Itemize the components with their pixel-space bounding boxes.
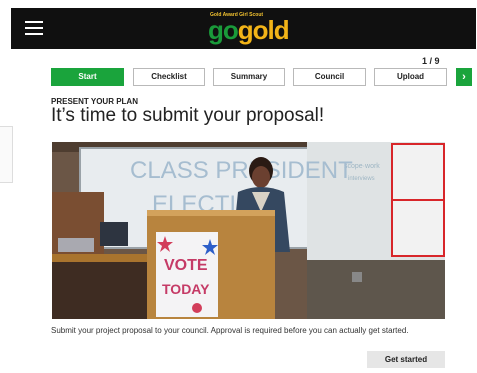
description-text: Submit your project proposal to your cou… [51,326,409,335]
page-title: It’s time to submit your proposal! [51,105,325,126]
step-counter: 1 / 9 [422,56,440,66]
get-started-button[interactable]: Get started [367,351,445,368]
step-council[interactable]: Council [293,68,366,86]
logo-wordmark: gogold [208,15,290,45]
poster-line-1: VOTE [164,257,208,274]
step-navigation: Start Checklist Summary Council Upload › [51,68,473,86]
hero-photo: scope·work interviews CLASS PRESIDENT EL… [52,142,445,319]
logo-go: go [208,15,239,45]
classroom-illustration: scope·work interviews CLASS PRESIDENT EL… [52,142,445,319]
board-text: CLASS PRESIDENT [130,157,353,184]
chevron-right-icon: › [462,71,466,83]
side-tab[interactable] [0,126,13,183]
app-header: Gold Award Girl Scout gogold [11,8,476,49]
step-upload[interactable]: Upload [374,68,447,86]
logo-gold: gold [237,15,290,45]
gogold-logo[interactable]: Gold Award Girl Scout gogold [208,11,298,47]
step-checklist[interactable]: Checklist [133,68,205,86]
next-step-button[interactable]: › [456,68,472,86]
step-summary[interactable]: Summary [213,68,285,86]
poster-line-2: TODAY [162,281,210,297]
step-start[interactable]: Start [51,68,124,86]
hamburger-menu-icon[interactable] [25,20,43,36]
